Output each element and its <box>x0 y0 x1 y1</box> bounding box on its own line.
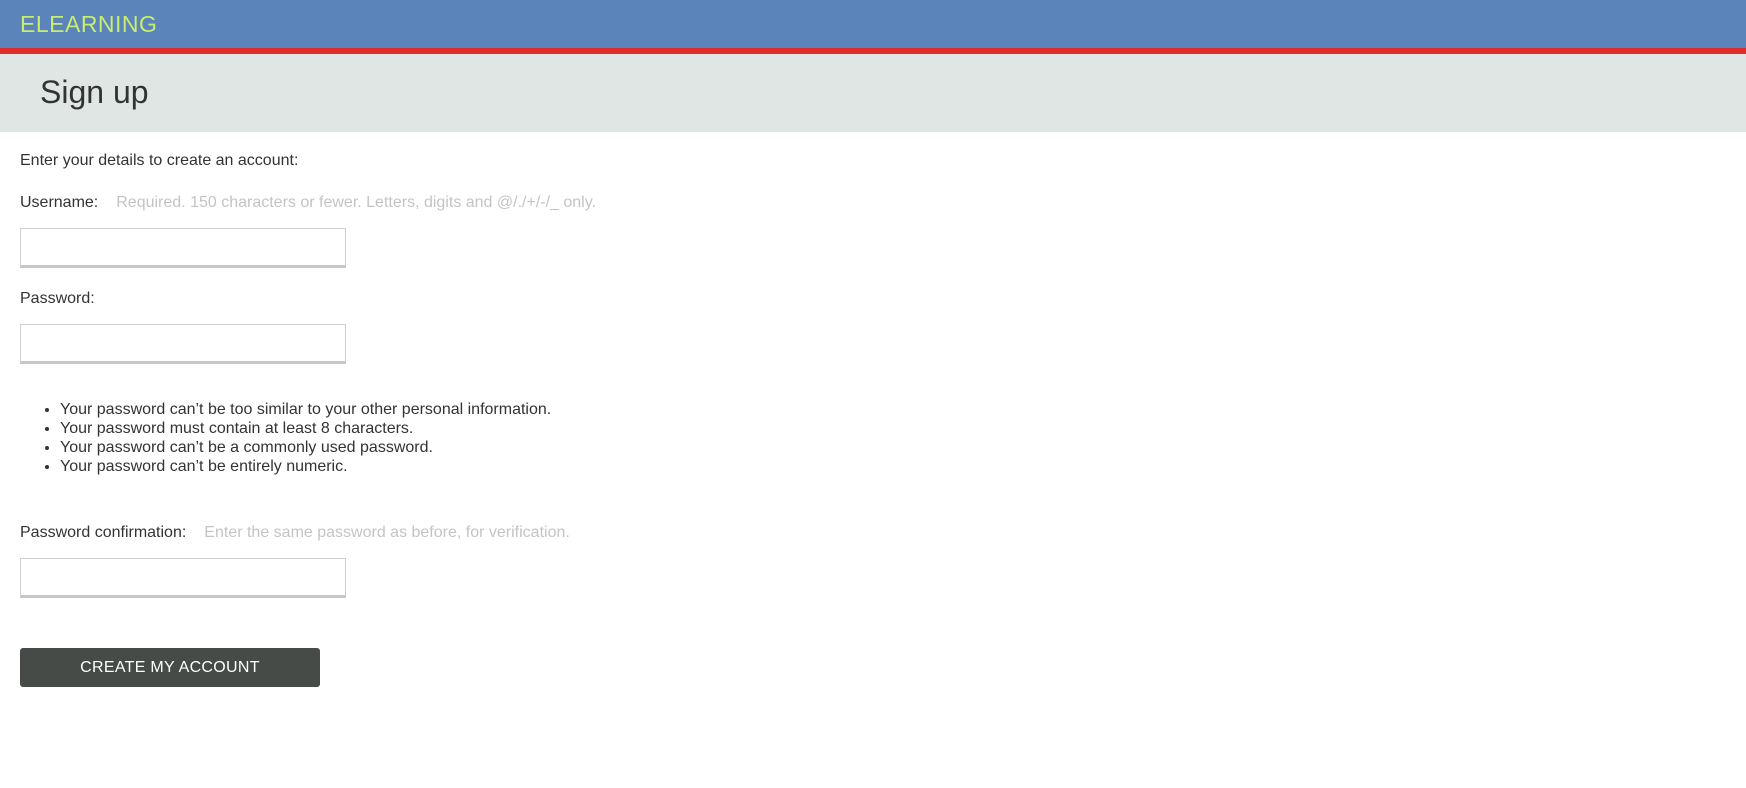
password-rule: Your password can’t be a commonly used p… <box>60 438 551 457</box>
brand-logo-link[interactable]: ELEARNING <box>20 11 157 38</box>
create-account-button[interactable]: CREATE MY ACCOUNT <box>20 648 320 687</box>
password-rule: Your password can’t be entirely numeric. <box>60 457 551 476</box>
username-label-row: Username: Required. 150 characters or fe… <box>20 194 596 212</box>
password-rules-list: Your password can’t be too similar to yo… <box>60 400 551 476</box>
password-confirmation-help-text: Enter the same password as before, for v… <box>204 524 570 541</box>
form-intro: Enter your details to create an account: <box>20 152 299 169</box>
password-rule: Your password can’t be too similar to yo… <box>60 400 551 419</box>
password-confirmation-label-row: Password confirmation: Enter the same pa… <box>20 524 570 542</box>
password-input[interactable] <box>20 324 346 364</box>
password-confirmation-label: Password confirmation: <box>20 524 187 541</box>
username-help-text: Required. 150 characters or fewer. Lette… <box>116 194 596 211</box>
password-label-row: Password: <box>20 290 95 308</box>
password-label: Password: <box>20 290 95 307</box>
page-title: Sign up <box>40 74 149 110</box>
top-navbar: ELEARNING <box>0 0 1746 54</box>
username-input[interactable] <box>20 228 346 268</box>
password-confirmation-input[interactable] <box>20 558 346 598</box>
page-header: Sign up <box>0 54 1746 132</box>
username-label: Username: <box>20 194 99 211</box>
password-rule: Your password must contain at least 8 ch… <box>60 419 551 438</box>
